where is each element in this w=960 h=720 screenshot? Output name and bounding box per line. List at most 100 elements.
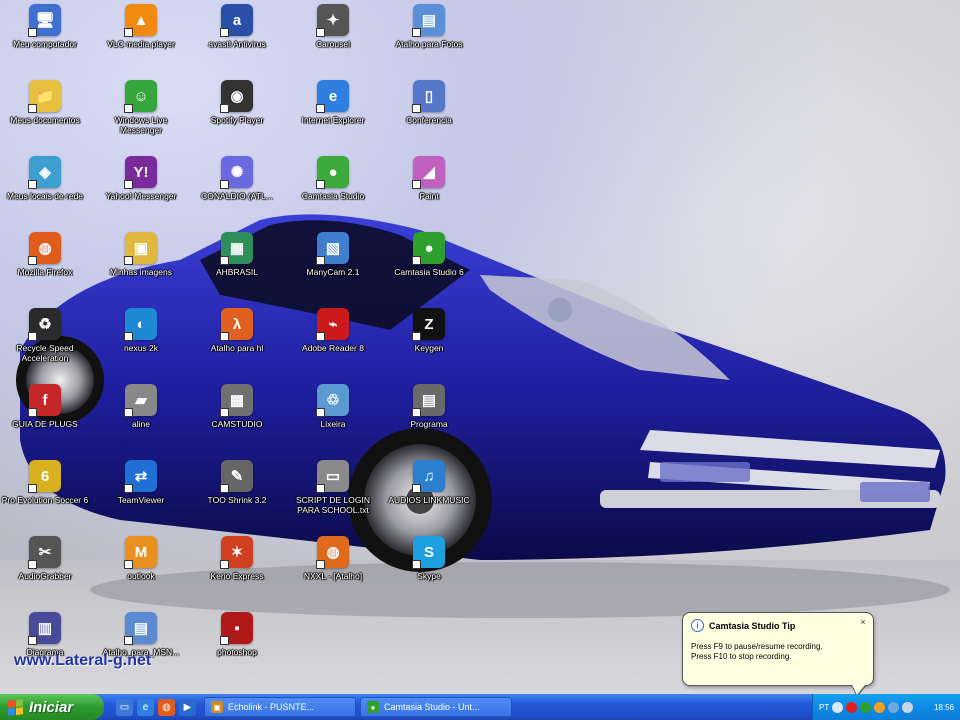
desktop-icon[interactable]: ⇄ TeamViewer xyxy=(94,460,188,530)
desktop-icon[interactable]: ▧ ManyCam 2.1 xyxy=(286,232,380,302)
system-tray: PT 18:56 xyxy=(812,694,960,720)
media-quick-icon[interactable]: ▶ xyxy=(179,698,196,716)
show-desktop-icon[interactable]: ▭ xyxy=(116,698,133,716)
desktop-icon[interactable]: ◍ NXXL - [Atalho] xyxy=(286,536,380,606)
desktop-icon[interactable]: ◍ Mozilla Firefox xyxy=(0,232,92,302)
desktop-icon[interactable]: ● Camtasia Studio xyxy=(286,156,380,226)
desktop-icon-label: Yahoo! Messenger xyxy=(105,191,177,201)
desktop-icon[interactable]: ✺ CONALDIO (ATL... xyxy=(190,156,284,226)
desktop-icon-label: Skype xyxy=(417,571,441,581)
taskbar-button[interactable]: ▣ Echolink - PUSNTE... xyxy=(204,697,356,717)
app-icon: ✶ xyxy=(220,536,253,569)
app-icon: M xyxy=(124,536,157,569)
tray-arrow-icon[interactable] xyxy=(832,701,844,713)
desktop-icon-label: ManyCam 2.1 xyxy=(306,267,360,277)
desktop-icon-label: outlook xyxy=(127,571,155,581)
tip-line-1: Press F9 to pause/resume recording. xyxy=(691,642,823,651)
desktop-icon[interactable]: ▤ Programa xyxy=(382,384,476,454)
desktop-icon[interactable]: ✎ TOO Shrink 3.2 xyxy=(190,460,284,530)
desktop-icon[interactable]: ▥ Diagrama xyxy=(0,612,92,682)
desktop-icon[interactable]: λ Atalho para hl xyxy=(190,308,284,378)
desktop-icon-label: Adobe Reader 8 xyxy=(302,343,364,353)
desktop-icon[interactable]: 🖥 Meu computador xyxy=(0,4,92,74)
info-icon: i xyxy=(691,619,704,632)
desktop-icon[interactable]: ▭ SCRIPT DE LOGIN PARA SCHOOL.txt xyxy=(286,460,380,530)
desktop-icon[interactable]: 📁 Meus documentos xyxy=(0,80,92,150)
taskbar: Iniciar ▭ e ◍ ▶ ▣ Echolink - PUSNTE... ● Camta… xyxy=(0,694,960,720)
volume-tray-icon[interactable] xyxy=(902,701,914,713)
desktop-icon[interactable]: ▪ photoshop xyxy=(190,612,284,682)
desktop-icon[interactable]: ✶ Kerio Express xyxy=(190,536,284,606)
app-icon: ◉ xyxy=(220,80,253,113)
ie-quick-icon[interactable]: e xyxy=(137,698,154,716)
desktop-icon-label: Programa xyxy=(410,419,448,429)
desktop-icon[interactable]: S Skype xyxy=(382,536,476,606)
desktop-icon[interactable]: ▦ AHBRASIL xyxy=(190,232,284,302)
desktop-icon[interactable]: ♻ Recycle Speed Acceleration xyxy=(0,308,92,378)
tip-close-button[interactable]: × xyxy=(857,616,869,628)
desktop-icon-label: SCRIPT DE LOGIN PARA SCHOOL.txt xyxy=(296,495,370,515)
desktop-icon[interactable]: Moutlook xyxy=(94,536,188,606)
desktop-icon[interactable]: ◢ Paint xyxy=(382,156,476,226)
taskbar-button[interactable]: ● Camtasia Studio - Unt... xyxy=(360,697,512,717)
desktop-icon[interactable]: Z Keygen xyxy=(382,308,476,378)
desktop-icon-label: Mozilla Firefox xyxy=(17,267,73,277)
desktop-icon[interactable]: ▤ Atalho para Fotos xyxy=(382,4,476,74)
network-tray-icon[interactable] xyxy=(888,701,900,713)
desktop-icon-label: AHBRASIL xyxy=(215,267,259,277)
app-icon: 📁 xyxy=(28,80,61,113)
app-icon: ✎ xyxy=(220,460,253,493)
watermark-text: www.Lateral-g.net xyxy=(14,652,152,669)
desktop-icon-label: Camtasia Studio xyxy=(301,191,365,201)
desktop-icon-label: photoshop xyxy=(217,647,257,657)
desktop-icon[interactable]: ◉ Spotify Player xyxy=(190,80,284,150)
desktop-icon[interactable]: ♫ AUDIOS LINKMUSIC xyxy=(382,460,476,530)
camtasia-tip-balloon[interactable]: i Camtasia Studio Tip × Press F9 to paus… xyxy=(682,612,874,694)
app-icon: ✦ xyxy=(316,4,349,37)
desktop[interactable]: 🖥 Meu computador ▲ VLC media player a avast! … xyxy=(0,0,960,694)
antivirus-tray-icon[interactable] xyxy=(874,701,886,713)
camtasia-tray-icon[interactable] xyxy=(860,701,872,713)
desktop-icon-label: Recycle Speed Acceleration xyxy=(16,343,74,363)
desktop-icon[interactable]: ▤ Atalho_para_MSN... xyxy=(94,612,188,682)
recording-icon[interactable] xyxy=(846,701,858,713)
app-icon: ▧ xyxy=(316,232,349,265)
clock[interactable]: 18:56 xyxy=(934,703,954,712)
tip-tail-inner xyxy=(852,685,865,694)
desktop-icon[interactable]: ▣ Minhas imagens xyxy=(94,232,188,302)
desktop-icon[interactable]: ▩ CAMSTUDIO xyxy=(190,384,284,454)
desktop-icon[interactable]: ▲ VLC media player xyxy=(94,4,188,74)
app-icon: Z xyxy=(412,308,445,341)
desktop-icon-label: Atalho para hl xyxy=(210,343,264,353)
desktop-icon-label: Atalho para Fotos xyxy=(395,39,463,49)
desktop-icon-label: NXXL - [Atalho] xyxy=(303,571,363,581)
desktop-icon[interactable]: ♲ Lixeira xyxy=(286,384,380,454)
app-icon: ◢ xyxy=(412,156,445,189)
desktop-icon[interactable]: ⌁ Adobe Reader 8 xyxy=(286,308,380,378)
desktop-icon[interactable]: ◈ Meus locais de rede xyxy=(0,156,92,226)
app-icon: ▦ xyxy=(220,232,253,265)
desktop-icon[interactable]: ✦ Carousel xyxy=(286,4,380,74)
firefox-quick-icon[interactable]: ◍ xyxy=(158,698,175,716)
language-indicator[interactable]: PT xyxy=(819,703,829,712)
app-icon: e xyxy=(316,80,349,113)
start-button[interactable]: Iniciar xyxy=(0,694,104,720)
desktop-icon[interactable]: a avast! Antivirus xyxy=(190,4,284,74)
desktop-icon[interactable]: f GUIA DE PLUGS xyxy=(0,384,92,454)
tip-line-2: Press F10 to stop recording. xyxy=(691,652,792,661)
desktop-icon[interactable]: Y! Yahoo! Messenger xyxy=(94,156,188,226)
desktop-icon[interactable]: ☺ Windows Live Messenger xyxy=(94,80,188,150)
taskbar-button-label: Camtasia Studio - Unt... xyxy=(384,702,480,712)
desktop-icon[interactable]: ● Camtasia Studio 6 xyxy=(382,232,476,302)
desktop-icon[interactable]: ▰ aline xyxy=(94,384,188,454)
app-icon: ▪ xyxy=(220,612,253,645)
task-app-icon: ▣ xyxy=(211,701,223,713)
app-icon: 🖥 xyxy=(28,4,61,37)
start-label: Iniciar xyxy=(29,698,74,716)
desktop-icon[interactable]: 6 Pro Evolution Soccer 6 xyxy=(0,460,92,530)
app-icon: ♫ xyxy=(412,460,445,493)
desktop-icon[interactable]: e Internet Explorer xyxy=(286,80,380,150)
desktop-icon[interactable]: ◐ nexus 2k xyxy=(94,308,188,378)
desktop-icon[interactable]: ▯ Conferencia xyxy=(382,80,476,150)
desktop-icon[interactable]: ✂ AudioGrabber xyxy=(0,536,92,606)
